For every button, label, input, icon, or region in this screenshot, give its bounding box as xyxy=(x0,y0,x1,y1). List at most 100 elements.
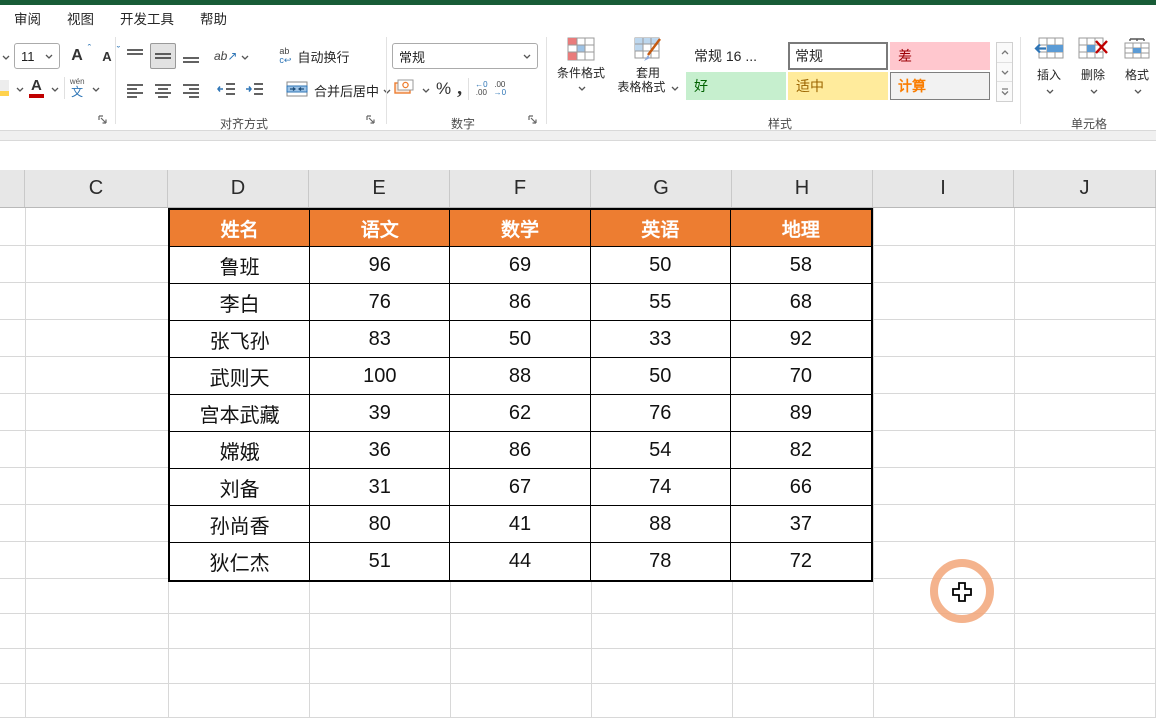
header-cell-english[interactable]: 英语 xyxy=(591,210,731,247)
column-header-b-sliver[interactable] xyxy=(0,170,25,207)
align-top-icon[interactable] xyxy=(122,43,148,69)
cell[interactable]: 92 xyxy=(731,321,871,358)
cell[interactable]: 50 xyxy=(450,321,590,358)
cell[interactable]: 69 xyxy=(450,247,590,284)
chevron-down-icon[interactable] xyxy=(2,49,10,63)
tab-developer[interactable]: 开发工具 xyxy=(120,8,174,28)
cell[interactable]: 89 xyxy=(731,395,871,432)
style-item-good[interactable]: 好 xyxy=(686,72,786,100)
cell[interactable]: 76 xyxy=(591,395,731,432)
cell[interactable]: 83 xyxy=(310,321,450,358)
insert-cells-button[interactable]: 插入 xyxy=(1028,37,1070,97)
chevron-down-icon[interactable] xyxy=(51,81,59,95)
cell[interactable]: 66 xyxy=(731,469,871,506)
chevron-down-icon[interactable] xyxy=(16,81,24,95)
cell[interactable]: 50 xyxy=(591,247,731,284)
cell[interactable]: 刘备 xyxy=(170,469,310,506)
cell[interactable]: 76 xyxy=(310,284,450,321)
cell[interactable]: 68 xyxy=(731,284,871,321)
phonetic-guide-button[interactable]: wén 文 xyxy=(70,78,85,98)
font-color-button[interactable]: A xyxy=(29,78,44,98)
cell[interactable]: 70 xyxy=(731,358,871,395)
font-size-combo[interactable]: 11 xyxy=(14,43,60,69)
number-format-combo[interactable]: 常规 xyxy=(392,43,538,69)
cell[interactable]: 88 xyxy=(450,358,590,395)
cell[interactable]: 孙尚香 xyxy=(170,506,310,543)
decrease-decimal-icon[interactable]: .00→0 xyxy=(494,81,506,97)
cell[interactable]: 37 xyxy=(731,506,871,543)
cell[interactable]: 50 xyxy=(591,358,731,395)
column-header-c[interactable]: C xyxy=(25,170,168,207)
align-center-icon[interactable] xyxy=(150,77,176,103)
cell[interactable]: 31 xyxy=(310,469,450,506)
tab-view[interactable]: 视图 xyxy=(67,8,94,28)
cell[interactable]: 58 xyxy=(731,247,871,284)
gallery-scroll-down-icon[interactable] xyxy=(997,62,1012,82)
cell[interactable]: 78 xyxy=(591,543,731,580)
tab-help[interactable]: 帮助 xyxy=(200,8,227,28)
font-dialog-launcher[interactable] xyxy=(98,115,110,127)
format-as-table-button[interactable]: 套用 表格格式 xyxy=(612,37,684,94)
column-header-j[interactable]: J xyxy=(1014,170,1156,207)
cell[interactable]: 74 xyxy=(591,469,731,506)
number-dialog-launcher[interactable] xyxy=(528,115,540,127)
cell[interactable]: 鲁班 xyxy=(170,247,310,284)
column-header-e[interactable]: E xyxy=(309,170,450,207)
cell[interactable]: 51 xyxy=(310,543,450,580)
style-item-bad[interactable]: 差 xyxy=(890,42,990,70)
gallery-scroll-up-icon[interactable] xyxy=(997,43,1012,62)
wrap-text-button[interactable]: 自动换行 xyxy=(297,47,349,66)
header-cell-name[interactable]: 姓名 xyxy=(170,210,310,247)
cell[interactable]: 39 xyxy=(310,395,450,432)
format-cells-button[interactable]: 格式 xyxy=(1116,37,1156,97)
accounting-format-icon[interactable] xyxy=(394,79,414,98)
increase-indent-icon[interactable] xyxy=(242,77,268,103)
conditional-format-button[interactable]: 条件格式 xyxy=(552,37,610,94)
chevron-down-icon[interactable] xyxy=(383,83,391,97)
style-item-normal-selected[interactable]: 常规 xyxy=(788,42,888,70)
delete-cells-button[interactable]: 删除 xyxy=(1072,37,1114,97)
cell[interactable]: 100 xyxy=(310,358,450,395)
cell[interactable]: 41 xyxy=(450,506,590,543)
cell[interactable]: 80 xyxy=(310,506,450,543)
merge-center-button[interactable]: 合并后居中 xyxy=(314,81,379,100)
cell[interactable]: 72 xyxy=(731,543,871,580)
header-cell-chinese[interactable]: 语文 xyxy=(310,210,450,247)
cell[interactable]: 55 xyxy=(591,284,731,321)
percent-style-button[interactable]: % xyxy=(436,79,451,99)
style-item-normal-16[interactable]: 常规 16 ... xyxy=(686,42,786,70)
chevron-down-icon[interactable] xyxy=(241,49,249,63)
cell[interactable]: 嫦娥 xyxy=(170,432,310,469)
cell[interactable]: 88 xyxy=(591,506,731,543)
cell[interactable]: 武则天 xyxy=(170,358,310,395)
align-right-icon[interactable] xyxy=(178,77,204,103)
grow-font-button[interactable]: Aˆ xyxy=(64,43,90,69)
cell[interactable]: 82 xyxy=(731,432,871,469)
gallery-more-icon[interactable] xyxy=(997,81,1012,101)
cell[interactable]: 33 xyxy=(591,321,731,358)
align-middle-icon[interactable] xyxy=(150,43,176,69)
cell[interactable]: 86 xyxy=(450,284,590,321)
cell[interactable]: 54 xyxy=(591,432,731,469)
header-cell-geography[interactable]: 地理 xyxy=(731,210,871,247)
column-header-h[interactable]: H xyxy=(732,170,873,207)
column-header-f[interactable]: F xyxy=(450,170,591,207)
header-cell-math[interactable]: 数学 xyxy=(450,210,590,247)
align-bottom-icon[interactable] xyxy=(178,43,204,69)
cell[interactable]: 67 xyxy=(450,469,590,506)
text-orientation-icon[interactable]: ab↗ xyxy=(214,49,237,63)
tab-review[interactable]: 审阅 xyxy=(14,8,41,28)
column-header-d[interactable]: D xyxy=(168,170,309,207)
comma-style-button[interactable]: , xyxy=(457,77,462,100)
cell[interactable]: 86 xyxy=(450,432,590,469)
chevron-down-icon[interactable] xyxy=(92,81,100,95)
fill-color-icon[interactable] xyxy=(0,80,9,96)
wrap-text-icon[interactable]: abc↩ xyxy=(279,47,291,65)
cell[interactable]: 36 xyxy=(310,432,450,469)
cell[interactable]: 狄仁杰 xyxy=(170,543,310,580)
cell[interactable]: 李白 xyxy=(170,284,310,321)
style-item-neutral[interactable]: 适中 xyxy=(788,72,888,100)
cell[interactable]: 62 xyxy=(450,395,590,432)
merge-center-icon[interactable] xyxy=(286,81,308,100)
increase-decimal-icon[interactable]: ←0.00 xyxy=(475,81,487,97)
